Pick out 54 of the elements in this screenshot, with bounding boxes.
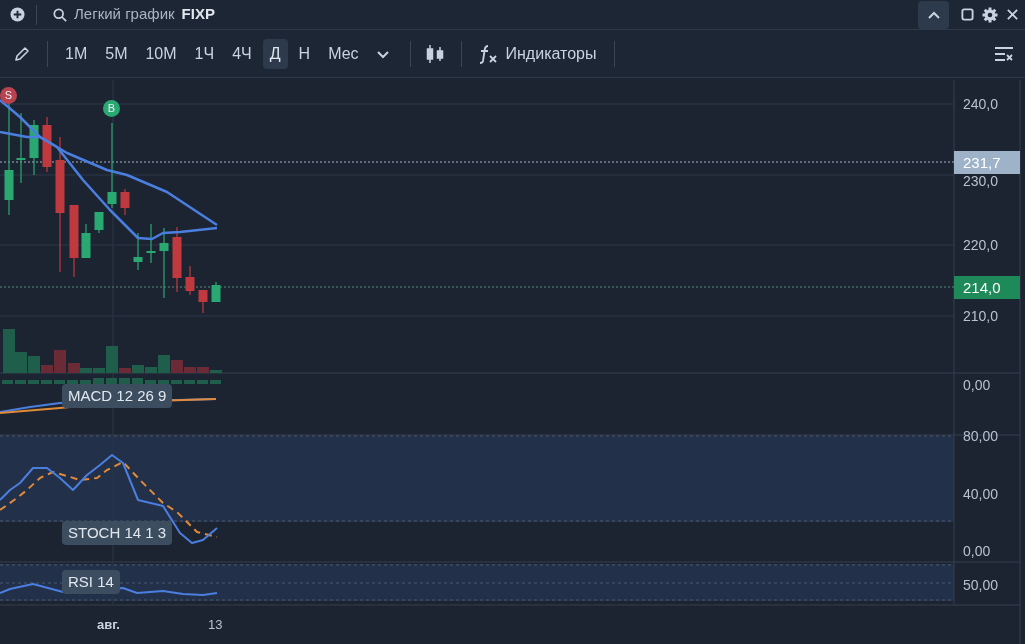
- axis-label: 0,00: [963, 543, 991, 559]
- timeframe-tab[interactable]: Н: [291, 38, 318, 69]
- candlestick: [16, 112, 26, 184]
- candlestick: [29, 119, 39, 176]
- timeframe-tab[interactable]: 1М: [58, 38, 95, 69]
- pencil-icon[interactable]: [14, 45, 30, 62]
- candlestick: [133, 232, 143, 271]
- candlestick: [172, 226, 182, 293]
- timeframe-tab[interactable]: Д: [262, 38, 288, 69]
- candlestick: [211, 281, 221, 303]
- time-label: 13: [208, 617, 223, 633]
- maximize-icon[interactable]: [961, 8, 974, 21]
- candlestick-icon[interactable]: [424, 43, 445, 64]
- price-marker: 231,7: [954, 151, 1020, 174]
- axis-label: 50,00: [963, 577, 999, 593]
- axis-label: 40,00: [963, 486, 999, 502]
- timeframe-tab[interactable]: 1Ч: [187, 38, 222, 69]
- indicator-label: MACD 12 26 9: [62, 384, 173, 408]
- ticker-symbol: FIXP: [181, 4, 215, 25]
- timeframe-tab[interactable]: Мес: [321, 38, 366, 69]
- time-label: авг.: [97, 617, 120, 633]
- candlestick: [159, 227, 169, 299]
- indicator-label: STOCH 14 1 3: [62, 521, 173, 545]
- indicators-button[interactable]: Индикаторы: [505, 41, 597, 66]
- search-label: Легкий график: [74, 4, 175, 25]
- candlestick: [185, 265, 195, 296]
- candlestick: [42, 116, 52, 173]
- axis-label: 210,0: [963, 308, 999, 324]
- axis-label: 240,0: [963, 96, 999, 112]
- axis-label: 230,0: [963, 173, 999, 189]
- menu-icon[interactable]: [994, 45, 1014, 62]
- function-icon[interactable]: [478, 43, 499, 64]
- axis-label: 220,0: [963, 237, 999, 253]
- signal-marker: S: [0, 87, 17, 104]
- close-icon[interactable]: [1006, 8, 1019, 21]
- search-icon[interactable]: [53, 7, 67, 22]
- timeframe-tab[interactable]: 5М: [98, 38, 135, 69]
- settings-icon[interactable]: [982, 6, 998, 23]
- add-icon[interactable]: [10, 7, 25, 22]
- collapse-button[interactable]: [918, 0, 949, 29]
- candlestick: [81, 223, 91, 259]
- timeframe-tab[interactable]: 4Ч: [225, 38, 259, 69]
- axis-label: 80,00: [963, 428, 999, 444]
- candlestick: [94, 211, 104, 234]
- chevron-down-icon[interactable]: [375, 48, 390, 59]
- candlestick: [120, 188, 130, 216]
- indicator-label: RSI 14: [62, 570, 120, 594]
- candlestick: [198, 289, 208, 314]
- chevron-up-icon: [926, 9, 941, 20]
- price-marker: 214,0: [954, 276, 1020, 299]
- axis-label: 0,00: [963, 377, 991, 393]
- candlestick: [146, 223, 156, 264]
- signal-marker: B: [103, 100, 120, 117]
- timeframe-tab[interactable]: 10М: [138, 38, 184, 69]
